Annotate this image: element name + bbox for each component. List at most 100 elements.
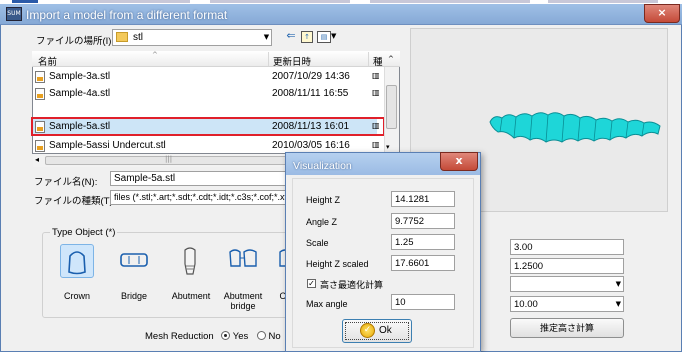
abutment-bridge-icon [229, 249, 257, 267]
filetype-label: ファイルの種類(T): [34, 196, 116, 207]
right-combo-2[interactable]: 10.00 ▼ [510, 296, 624, 312]
height-z-label: Height Z [306, 195, 341, 205]
file-type-icon: ▥ [372, 71, 380, 80]
abutment-icon [184, 247, 196, 275]
max-angle-field[interactable]: 10 [391, 294, 455, 310]
file-type-icon: ▥ [372, 88, 380, 97]
max-angle-value: 10 [395, 297, 406, 308]
folder-icon [116, 32, 128, 42]
highlight-annotation-box [31, 117, 385, 136]
chevron-down-icon[interactable]: ▼ [616, 300, 621, 308]
top-strip-block [370, 0, 530, 3]
file-name: Sample-4a.stl [49, 88, 111, 99]
file-modified: 2010/03/05 16:16 [272, 140, 350, 151]
angle-z-label: Angle Z [306, 217, 338, 227]
scroll-left-icon[interactable]: ◂ [35, 155, 39, 164]
optimize-height-label: 高さ最適化計算 [320, 280, 384, 290]
sort-arrow-icon: ^ [152, 51, 158, 59]
file-name: Sample-5assi Undercut.stl [49, 140, 166, 151]
scale-label: Scale [306, 238, 329, 248]
optimize-height-checkbox[interactable]: ✓ [307, 279, 316, 288]
right-combo-2-value: 10.00 [514, 299, 538, 310]
height-z-value: 14.1281 [395, 194, 430, 205]
scale-value: 1.25 [395, 237, 414, 248]
checkmark-icon: ✓ [360, 323, 375, 338]
bridge-icon [120, 253, 148, 267]
file-row[interactable]: Sample-3a.stl 2007/10/29 14:36 [33, 68, 377, 85]
column-separator[interactable] [368, 52, 369, 66]
height-z-scaled-label: Height Z scaled [306, 259, 369, 269]
max-angle-label: Max angle [306, 299, 348, 309]
right-value-2: 1.2500 [514, 261, 544, 272]
estimate-height-button[interactable]: 推定高さ計算 [510, 318, 624, 338]
app-icon: SUM [6, 7, 22, 21]
angle-z-field[interactable]: 9.7752 [391, 213, 455, 229]
crown-icon [68, 251, 86, 275]
mesh-yes-radio[interactable] [221, 331, 231, 340]
abutment-label: Abutment [171, 291, 211, 301]
mesh-yes-label: Yes [232, 331, 249, 342]
file-modified: 2007/10/29 14:36 [272, 71, 350, 82]
up-folder-icon[interactable]: ↑ [301, 31, 313, 43]
dental-model-render [489, 112, 661, 143]
column-header-type[interactable]: 種 [373, 54, 383, 68]
window-close-button[interactable]: × [644, 4, 680, 23]
crown-type-button[interactable] [60, 244, 94, 278]
top-strip-block [210, 0, 350, 3]
abutment-bridge-label: Abutment bridge [223, 291, 263, 311]
stl-file-icon [35, 140, 45, 152]
right-combo-1[interactable]: ▼ [510, 276, 624, 292]
top-strip-block [548, 0, 658, 3]
column-header-modified[interactable]: 更新日時 [273, 54, 311, 68]
crown-label: Crown [63, 291, 90, 301]
column-separator[interactable] [268, 52, 269, 66]
right-value-field-2[interactable]: 1.2500 [510, 258, 624, 274]
abutment-type-button[interactable] [174, 244, 208, 278]
filetype-combo[interactable]: files (*.stl;*.art;*.sdt;*.cdt;*.idt;*.c… [110, 190, 290, 205]
scroll-grip-icon: ||| [165, 155, 173, 163]
bridge-type-button[interactable] [117, 244, 151, 278]
scroll-down-icon[interactable]: ▾ [386, 143, 390, 151]
mesh-no-label: No [268, 331, 281, 342]
scroll-up-icon[interactable]: ^ [388, 55, 394, 63]
ok-button[interactable] [342, 319, 412, 343]
view-menu-chevron-icon[interactable]: ▼ [331, 32, 336, 40]
stl-file-icon [35, 71, 45, 83]
view-menu-icon[interactable]: ▤ [317, 31, 331, 43]
filename-value: Sample-5a.stl [114, 173, 176, 184]
visualization-close-button[interactable]: x [440, 152, 478, 171]
bridge-label: Bridge [120, 291, 147, 301]
mesh-no-radio[interactable] [256, 331, 266, 340]
filename-input[interactable]: Sample-5a.stl [110, 171, 290, 186]
right-value-field-1[interactable]: 3.00 [510, 239, 624, 255]
back-arrow-icon[interactable]: ⇐ [284, 29, 298, 43]
look-in-label: ファイルの場所(I): [36, 36, 115, 47]
height-z-field[interactable]: 14.1281 [391, 191, 455, 207]
chevron-down-icon[interactable]: ▼ [616, 280, 621, 288]
right-value-1: 3.00 [514, 242, 533, 253]
file-name: Sample-3a.stl [49, 71, 111, 82]
window-title: Import a model from a different format [26, 8, 228, 22]
visualization-title: Visualization [293, 160, 352, 172]
filename-label: ファイル名(N): [34, 177, 98, 188]
top-strip-block [70, 0, 190, 3]
top-strip-block [12, 0, 38, 3]
column-header-name[interactable]: 名前 [38, 54, 57, 68]
filetype-value: files (*.stl;*.art;*.sdt;*.cdt;*.idt;*.c… [114, 192, 288, 202]
look-in-value: stl [133, 32, 143, 43]
abutment-bridge-type-button[interactable] [226, 244, 260, 278]
ok-label: Ok [379, 325, 392, 336]
stl-file-icon [35, 88, 45, 100]
angle-z-value: 9.7752 [395, 216, 425, 227]
mesh-reduction-label: Mesh Reduction [145, 331, 214, 342]
scale-field[interactable]: 1.25 [391, 234, 455, 250]
height-z-scaled-field[interactable]: 17.6601 [391, 255, 455, 271]
file-modified: 2008/11/11 16:55 [272, 88, 349, 99]
file-row[interactable]: Sample-4a.stl 2008/11/11 16:55 [33, 85, 377, 102]
type-object-legend: Type Object (*) [50, 227, 118, 238]
file-list-header [32, 51, 400, 67]
mesh-reduction-row: Mesh Reduction Yes No [145, 331, 281, 342]
height-z-scaled-value: 17.6601 [395, 258, 430, 269]
chevron-down-icon[interactable]: ▼ [262, 30, 271, 45]
vertical-scroll-thumb[interactable] [386, 85, 397, 129]
